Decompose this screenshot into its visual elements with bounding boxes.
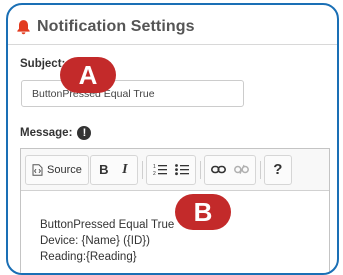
message-line: Reading:{Reading} <box>40 251 137 263</box>
editor-toolbar: Source B I 1 2 ? <box>21 149 329 191</box>
italic-icon: I <box>122 161 128 177</box>
link-button[interactable] <box>207 158 230 182</box>
subject-label: Subject: <box>20 58 66 70</box>
panel-header: Notification Settings <box>16 16 195 38</box>
toolbar-group-about: ? <box>263 154 292 185</box>
help-icon: ? <box>273 161 283 178</box>
callout-a-badge: A <box>60 57 116 93</box>
toolbar-separator <box>199 160 201 179</box>
toolbar-group-basic-styles: B I <box>89 154 138 185</box>
toolbar-group-source: Source <box>25 154 89 185</box>
header-divider <box>8 44 337 45</box>
toolbar-separator <box>259 160 261 179</box>
message-label-row: Message: ! <box>20 126 92 140</box>
bold-icon: B <box>99 162 109 177</box>
source-icon <box>32 163 43 176</box>
callout-b-badge: B <box>175 194 231 230</box>
link-icon <box>210 165 226 174</box>
alert-icon[interactable]: ! <box>77 126 92 140</box>
message-line: Device: {Name} ({ID}) <box>40 235 150 247</box>
unlink-icon <box>233 164 249 175</box>
source-button[interactable]: Source <box>28 158 86 182</box>
svg-text:1: 1 <box>153 164 156 170</box>
bold-button[interactable]: B <box>93 158 115 182</box>
numbered-list-button[interactable]: 1 2 <box>149 158 171 182</box>
notification-settings-panel: Notification Settings Subject: Message: … <box>6 3 339 275</box>
italic-button[interactable]: I <box>115 158 135 182</box>
bell-icon <box>17 20 30 35</box>
bulleted-list-icon <box>174 164 189 176</box>
help-button[interactable]: ? <box>267 158 289 182</box>
subject-input[interactable] <box>21 80 244 107</box>
panel-title: Notification Settings <box>37 18 195 35</box>
editor-content[interactable]: ButtonPressed Equal True Device: {Name} … <box>21 191 329 265</box>
message-label: Message: <box>20 127 73 139</box>
unlink-button[interactable] <box>230 158 253 182</box>
toolbar-group-links <box>203 154 256 185</box>
bulleted-list-button[interactable] <box>171 158 193 182</box>
svg-text:2: 2 <box>153 171 156 176</box>
numbered-list-icon: 1 2 <box>153 164 167 176</box>
toolbar-separator <box>141 160 143 179</box>
source-button-label: Source <box>47 163 82 176</box>
toolbar-group-lists: 1 2 <box>145 154 196 185</box>
